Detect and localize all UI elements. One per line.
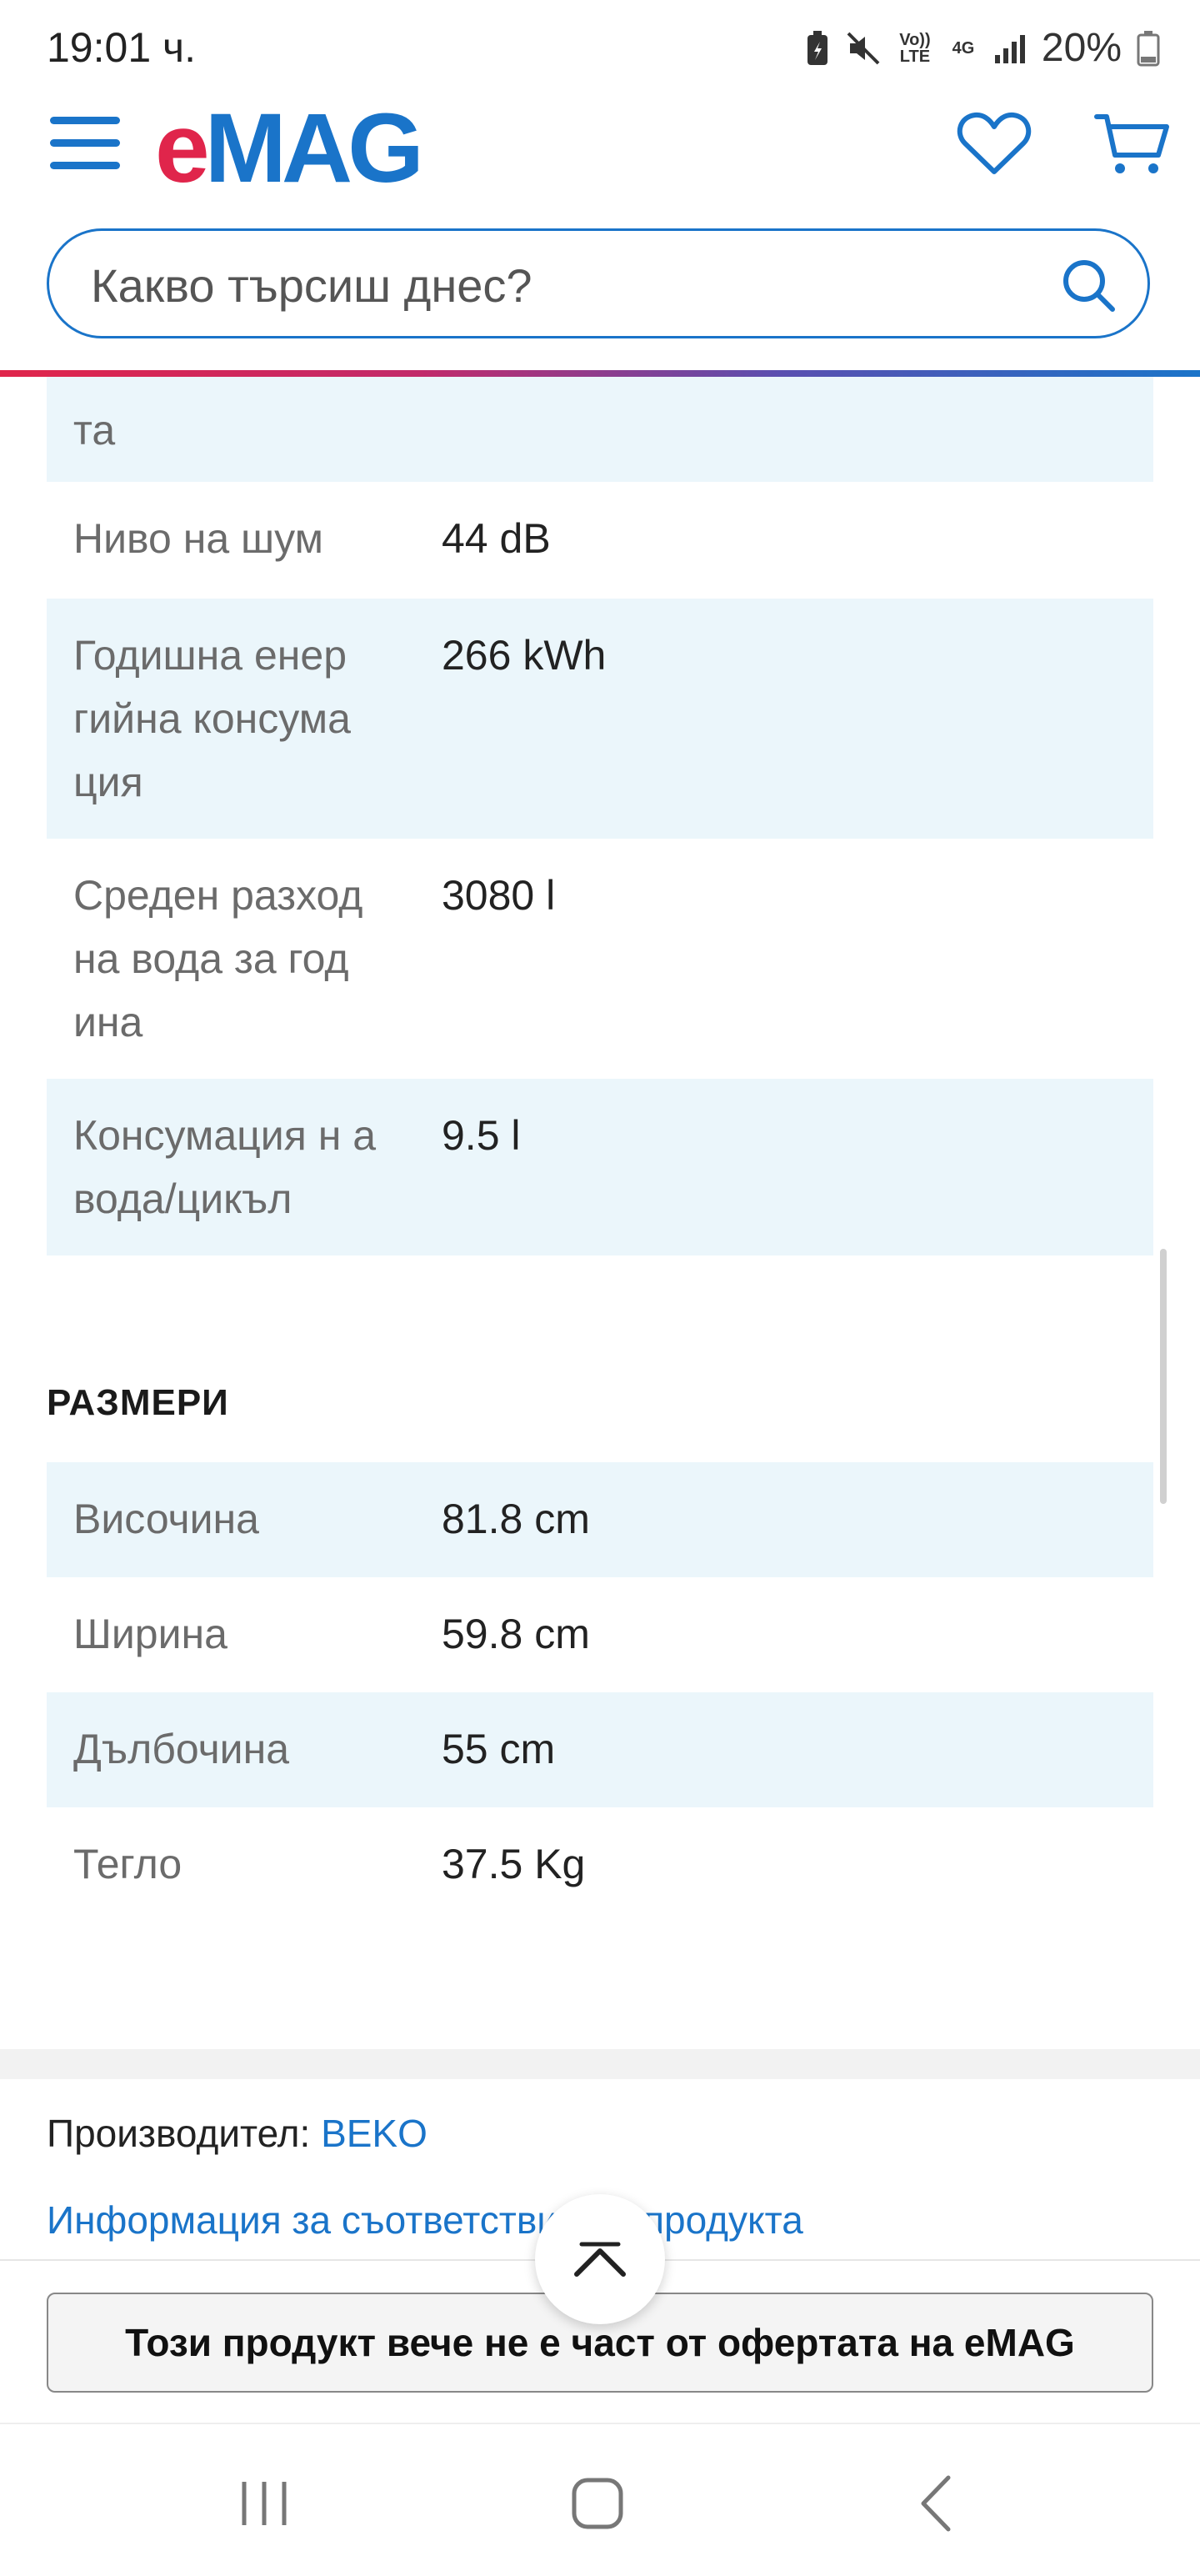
system-navigation-bar (0, 2423, 1200, 2576)
spec-row: Ниво на шум 44 dB (47, 482, 1153, 599)
spec-value: 81.8 cm (442, 1496, 590, 1542)
spec-value: 3080 l (442, 872, 556, 919)
back-icon[interactable] (898, 2466, 973, 2541)
spec-key: Ниво на шум (73, 515, 323, 562)
spec-key: Дълбочина (73, 1726, 290, 1772)
signal-icon (994, 34, 1025, 63)
volte-indicator: Vo)) LTE (899, 30, 931, 66)
dimension-row: Тегло 37.5 Kg (47, 1807, 1153, 1922)
section-divider (0, 2049, 1200, 2079)
spec-key: Годишна енер гийна консума ция (73, 632, 351, 805)
product-conformity-link[interactable]: Информация за съответствие на продукта (47, 2198, 803, 2243)
spec-row: Среден разход на вода за год ина 3080 l (47, 839, 1153, 1079)
status-bar: 19:01 ч. Vo)) LTE 4G 20% (0, 0, 1200, 100)
chevron-up-icon (574, 2242, 626, 2277)
heart-icon[interactable] (957, 110, 1032, 177)
search-bar (47, 228, 1150, 338)
header-gradient-line (0, 370, 1200, 377)
spec-row: Консумация н а вода/цикъл 9.5 l (47, 1079, 1153, 1255)
dimension-row: Височина 81.8 cm (47, 1462, 1153, 1577)
spec-row: Годишна енер гийна консума ция 266 kWh (47, 599, 1153, 839)
section-title-dimensions: РАЗМЕРИ (47, 1382, 229, 1423)
cart-icon[interactable] (1093, 110, 1170, 178)
spec-value: 55 cm (442, 1726, 556, 1772)
spec-key: Консумация н а вода/цикъл (73, 1112, 377, 1222)
spec-value: 37.5 Kg (442, 1841, 586, 1887)
manufacturer-link[interactable]: BEKO (321, 2112, 428, 2155)
hamburger-menu-icon[interactable] (50, 117, 120, 169)
spec-value: 44 dB (442, 515, 551, 562)
spec-key: Тегло (73, 1841, 182, 1887)
network-indicator: 4G (952, 38, 975, 58)
home-icon[interactable] (560, 2466, 635, 2541)
manufacturer-line: Производител: BEKO (47, 2111, 428, 2156)
spec-value: 9.5 l (442, 1112, 521, 1159)
manufacturer-label: Производител: (47, 2112, 311, 2155)
dimension-row: Дълбочина 55 cm (47, 1692, 1153, 1807)
spec-value: 266 kWh (442, 632, 607, 679)
battery-icon (1137, 30, 1160, 66)
search-icon[interactable] (1061, 258, 1118, 314)
search-input[interactable] (89, 253, 1009, 318)
dimension-row: Ширина 59.8 cm (47, 1577, 1153, 1692)
spec-key: Височина (73, 1496, 259, 1542)
emag-logo[interactable]: eMAG (155, 98, 424, 198)
page-scrollbar[interactable] (1160, 1249, 1167, 1504)
status-icons: Vo)) LTE 4G 20% (805, 25, 1160, 71)
spec-key: Ширина (73, 1611, 228, 1657)
spec-value: 59.8 cm (442, 1611, 590, 1657)
battery-percent: 20% (1041, 26, 1122, 70)
spec-row: та (47, 377, 1153, 482)
mute-icon (847, 32, 880, 64)
scroll-to-top-button[interactable] (535, 2194, 665, 2324)
recent-apps-icon[interactable] (227, 2466, 302, 2541)
status-time: 19:01 ч. (47, 24, 196, 71)
battery-saver-icon (807, 30, 828, 65)
spec-key: та (73, 407, 116, 454)
spec-key: Среден разход на вода за год ина (73, 872, 363, 1045)
